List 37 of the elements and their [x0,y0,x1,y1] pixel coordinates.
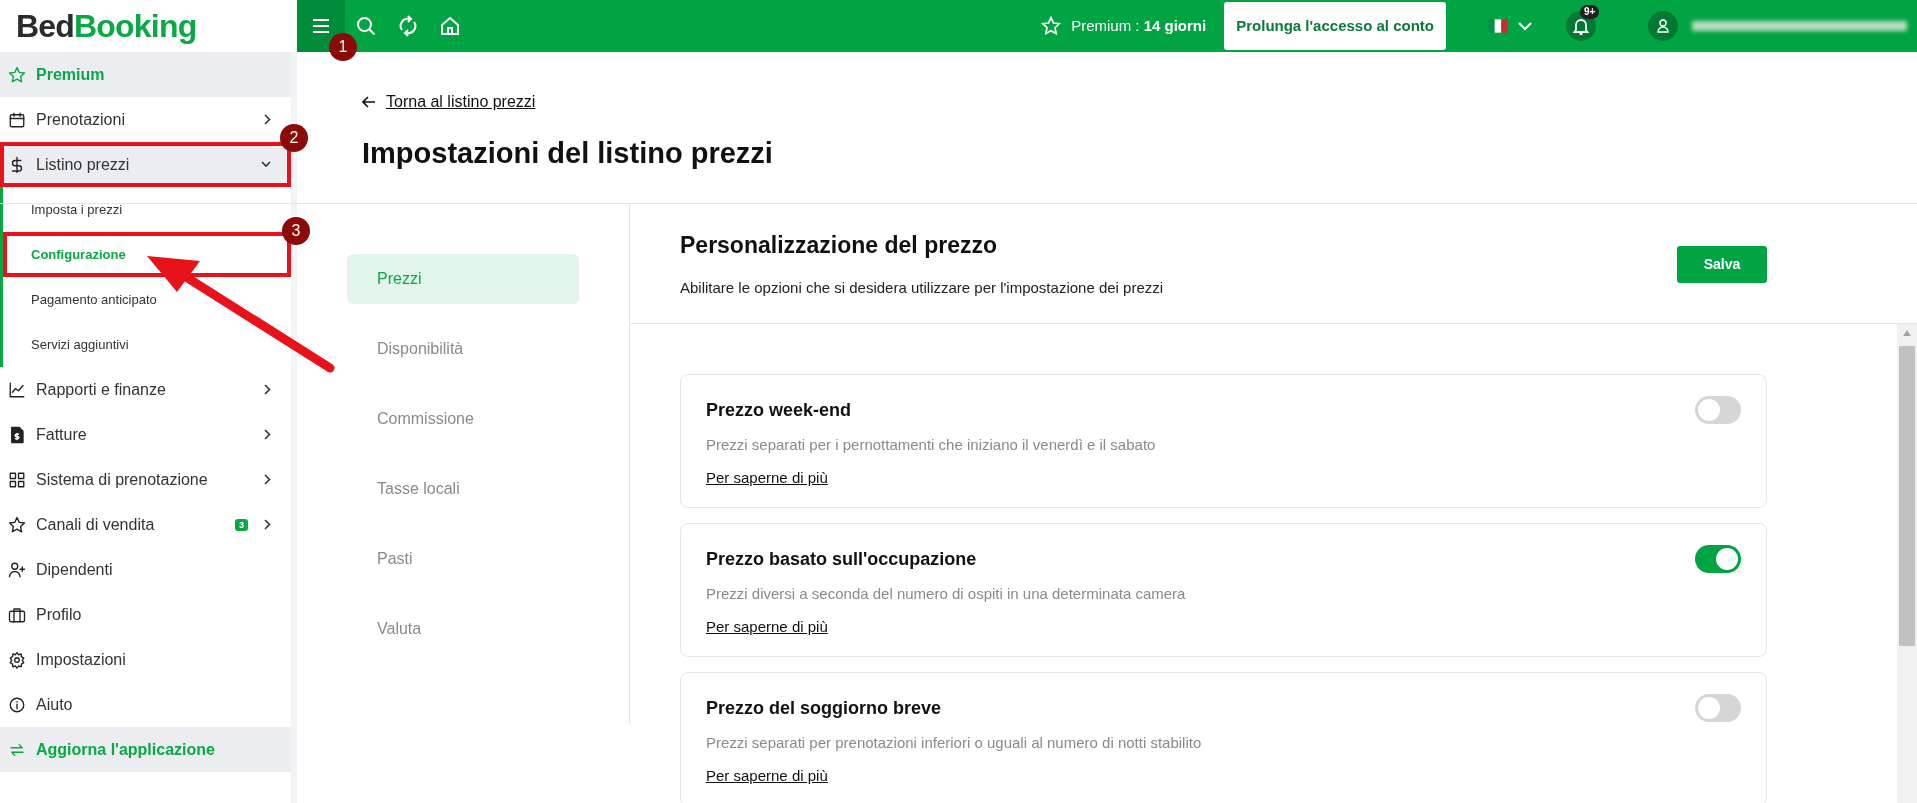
notification-count: 9+ [1580,5,1600,19]
step-marker: 3 [282,217,310,245]
sidebar-item[interactable]: Fatture [0,412,291,457]
learn-more-link[interactable]: Per saperne di più [706,764,828,787]
learn-more-link[interactable]: Per saperne di più [706,466,828,489]
premium-status: Premium : 14 giorni [1071,15,1207,36]
page-title: Impostazioni del listino prezzi [362,136,774,171]
sidebar-item[interactable]: Aiuto [0,682,291,727]
count-badge: 3 [235,518,248,531]
settings-tab[interactable]: Commissione [347,394,579,444]
sidebar-subitem[interactable]: Pagamento anticipato [3,277,291,322]
sidebar-item[interactable]: Canali di vendita 3 [0,502,291,547]
logo: BedBooking [16,10,197,42]
option-title: Prezzo basato sull'occupazione [706,548,978,571]
option-title: Prezzo week-end [706,399,853,422]
sidebar-item[interactable]: Listino prezzi [0,142,291,187]
sidebar-item[interactable]: Sistema di prenotazione [0,457,291,502]
settings-tab[interactable]: Disponibilità [347,324,579,374]
sidebar-item[interactable]: Impostazioni [0,637,291,682]
settings-tab[interactable]: Tasse locali [347,464,579,514]
sidebar-subitem[interactable]: Servizi aggiuntivi [3,322,291,367]
settings-tab[interactable]: Valuta [347,604,579,654]
learn-more-link[interactable]: Per saperne di più [706,615,828,638]
section-title: Personalizzazione del prezzo [680,231,998,260]
step-marker: 1 [329,33,357,61]
sidebar-item[interactable]: Dipendenti [0,547,291,592]
option-description: Prezzi separati per i pernottamenti che iniziano il venerdì e il sabato [706,435,1157,455]
section-description: Abilitare le opzioni che si desidera utilizzare per l'impostazione dei prezzi [680,277,1165,298]
option-description: Prezzi diversi a seconda del numero di ospiti in una determinata camera [706,584,1187,604]
option-title: Prezzo del soggiorno breve [706,697,943,720]
option-description: Prezzi separati per prenotazioni inferiori o uguali al numero di notti stabilito [706,733,1203,753]
step-marker: 2 [280,124,308,152]
sidebar-item[interactable]: Profilo [0,592,291,637]
back-link[interactable]: Torna al listino prezzi [362,90,1917,114]
sidebar-item[interactable]: Rapporti e finanze [0,367,291,412]
settings-tab[interactable]: Pasti [347,534,579,584]
extend-access-button[interactable]: Prolunga l'accesso al conto [1224,2,1446,50]
